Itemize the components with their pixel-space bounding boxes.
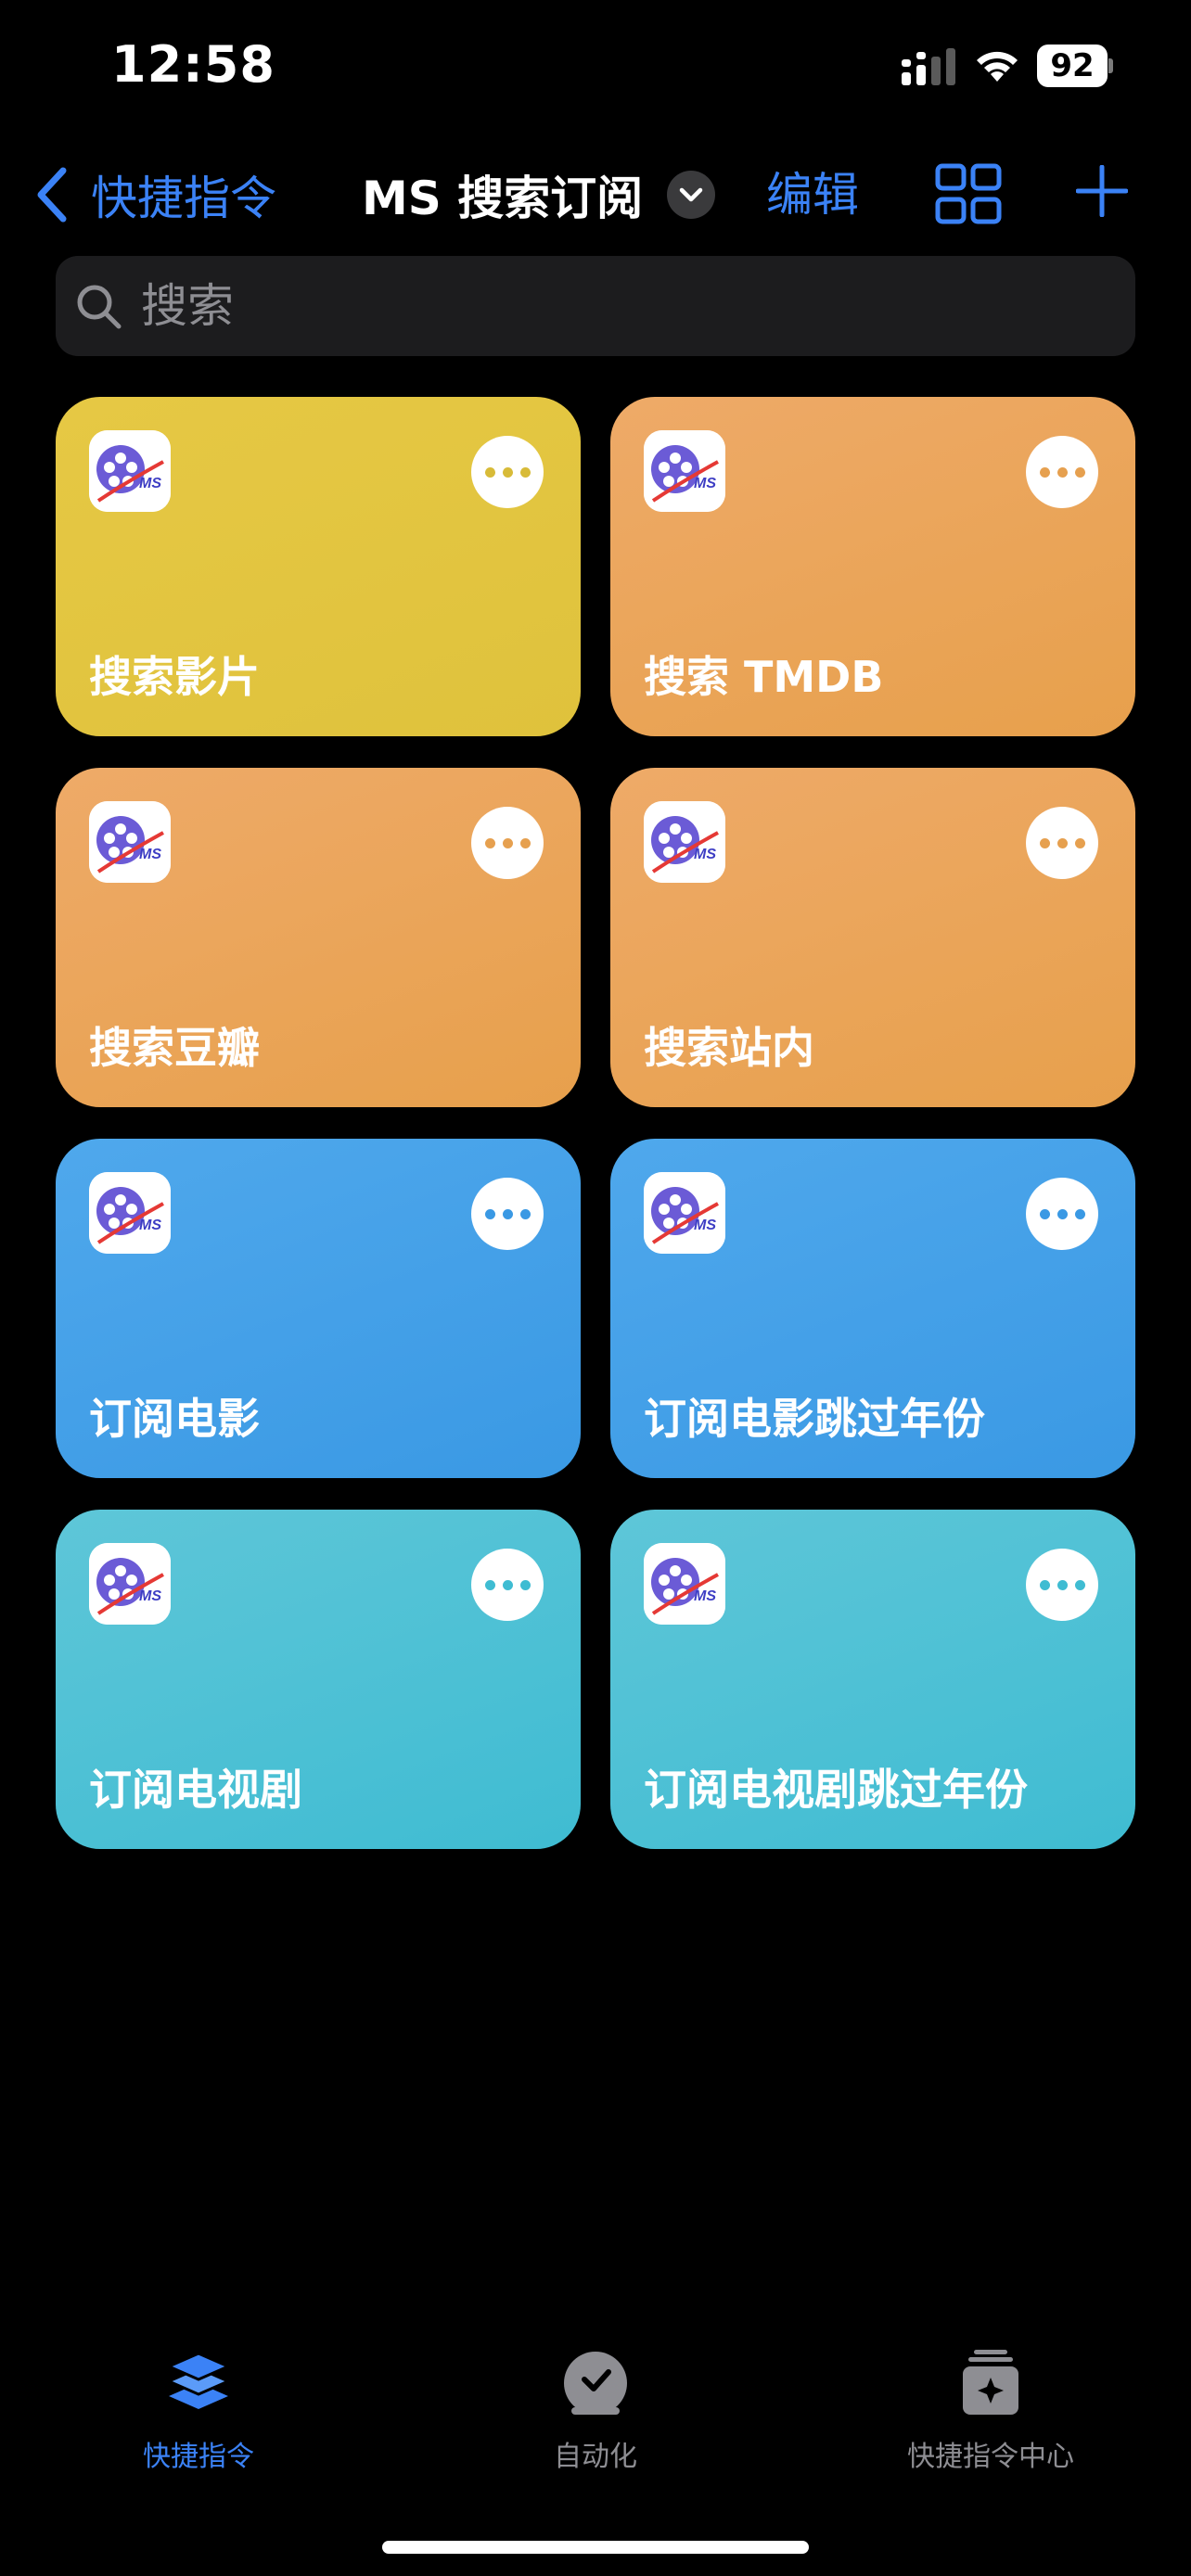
ms-app-icon: MS [89,430,171,512]
grid-view-icon[interactable] [935,163,1002,224]
shortcut-label: 搜索影片 [89,652,260,702]
shortcut-tile[interactable]: MS 订阅电影跳过年份 [610,1139,1135,1478]
shortcut-grid: MS 搜索影片 MS 搜索 TMDB MS 搜索豆瓣 MS 搜索站内 MS 订阅… [56,397,1135,1849]
more-options-button[interactable] [471,1178,544,1250]
shortcut-tile[interactable]: MS 订阅电视剧 [56,1510,581,1849]
tab-label: 自动化 [554,2441,637,2473]
status-time: 12:58 [111,35,275,94]
page-title: MS 搜索订阅 [362,172,644,225]
shortcut-tile[interactable]: MS 搜索站内 [610,768,1135,1107]
svg-text:MS: MS [694,847,716,862]
shortcut-tile[interactable]: MS 搜索豆瓣 [56,768,581,1107]
shortcut-label: 搜索站内 [644,1023,814,1073]
more-options-button[interactable] [1026,1178,1098,1250]
add-icon[interactable] [1076,165,1128,217]
ms-app-icon: MS [644,430,725,512]
tab-gallery[interactable]: 快捷指令中心 [852,2346,1130,2474]
nav-bar: 快捷指令 MS 搜索订阅 编辑 [0,148,1191,241]
battery-level: 92 [1037,45,1108,87]
search-input[interactable] [141,279,1135,333]
svg-text:MS: MS [139,847,161,862]
svg-text:MS: MS [694,476,716,491]
shortcut-label: 搜索 TMDB [644,652,884,702]
battery-indicator: 92 [1037,45,1113,87]
shortcut-label: 订阅电视剧跳过年份 [644,1765,1028,1815]
gallery-sparkle-icon [963,2350,1018,2415]
chevron-left-icon [37,167,67,223]
ms-app-icon: MS [644,1543,725,1625]
ms-app-icon: MS [89,801,171,883]
ms-app-icon: MS [89,1543,171,1625]
ms-app-icon: MS [644,1172,725,1254]
more-options-button[interactable] [1026,436,1098,508]
svg-text:MS: MS [139,476,161,491]
tab-label: 快捷指令中心 [907,2441,1074,2473]
more-options-button[interactable] [471,436,544,508]
shortcut-label: 搜索豆瓣 [89,1023,260,1073]
shortcut-label: 订阅电影跳过年份 [644,1394,985,1444]
stack-icon [165,2352,232,2409]
shortcut-label: 订阅电视剧 [89,1765,302,1815]
battery-tip [1108,58,1113,73]
shortcut-tile[interactable]: MS 订阅电视剧跳过年份 [610,1510,1135,1849]
shortcut-tile[interactable]: MS 订阅电影 [56,1139,581,1478]
title-dropdown-button[interactable] [667,171,716,219]
more-options-button[interactable] [1026,1549,1098,1621]
search-bar[interactable] [56,256,1135,356]
back-button[interactable]: 快捷指令 [33,159,276,230]
tab-bar: 快捷指令 自动化 快捷指令中心 [0,2346,1191,2504]
chevron-down-icon [679,187,703,202]
home-indicator[interactable] [382,2541,809,2554]
shortcut-tile[interactable]: MS 搜索影片 [56,397,581,736]
shortcut-tile[interactable]: MS 搜索 TMDB [610,397,1135,736]
more-options-button[interactable] [1026,807,1098,879]
search-icon [77,285,122,329]
more-options-button[interactable] [471,807,544,879]
tab-shortcuts[interactable]: 快捷指令 [59,2346,338,2474]
wifi-icon [977,51,1018,82]
svg-text:MS: MS [694,1218,716,1233]
edit-button[interactable]: 编辑 [766,159,859,230]
folder-title-menu[interactable]: MS 搜索订阅 [362,159,716,230]
svg-text:MS: MS [139,1588,161,1604]
tab-label: 快捷指令 [143,2441,254,2473]
shortcut-label: 订阅电影 [89,1394,260,1444]
automation-check-icon [564,2352,627,2415]
more-options-button[interactable] [471,1549,544,1621]
back-label: 快捷指令 [91,172,276,225]
cellular-signal-icon [902,48,955,85]
svg-text:MS: MS [694,1588,716,1604]
ms-app-icon: MS [89,1172,171,1254]
status-bar: 12:58 92 [0,0,1191,130]
tab-automation[interactable]: 自动化 [456,2346,735,2474]
svg-text:MS: MS [139,1218,161,1233]
ms-app-icon: MS [644,801,725,883]
